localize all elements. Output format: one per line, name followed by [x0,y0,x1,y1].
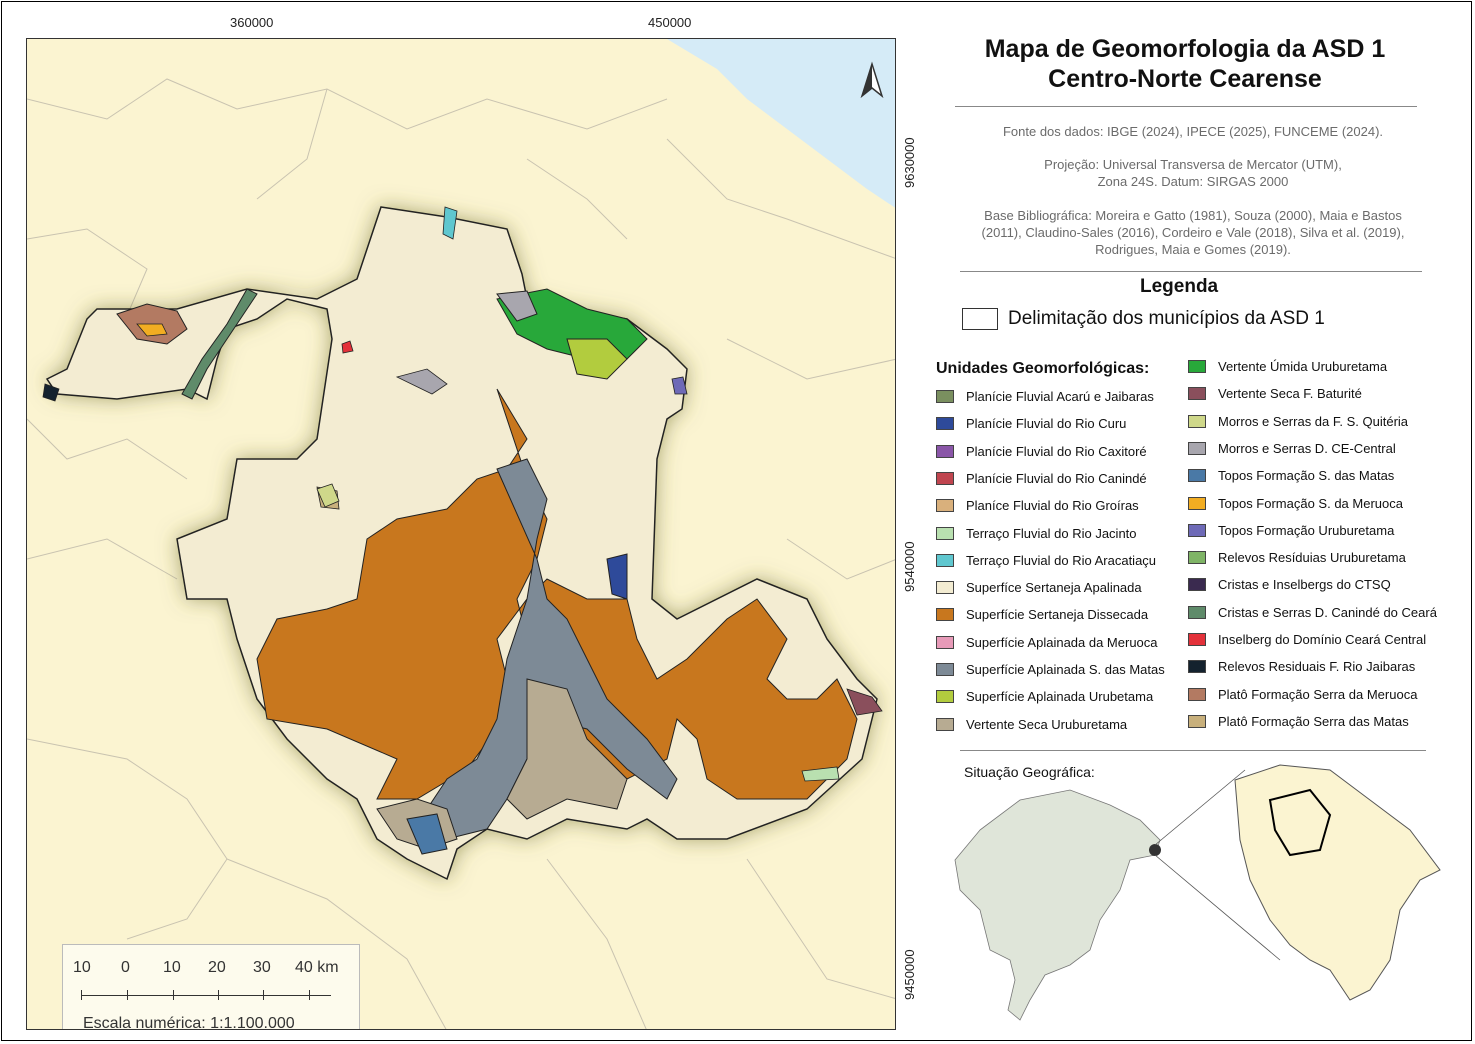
units-title: Unidades Geomorfológicas: [936,360,1150,377]
legend-label: Planície Fluvial Acarú e Jaibaras [966,389,1154,404]
map-panel[interactable]: 10 0 10 20 30 40 km Escala numérica: 1:1… [26,38,896,1030]
coord-right-9630000: 9630000 [902,137,917,188]
brazil-map [954,789,1161,1021]
legend-label: Planíce Fluvial do Rio Groíras [966,498,1139,514]
legend-label: Vertente Seca F. Baturité [1218,386,1362,402]
coord-top-450000: 450000 [648,15,692,30]
legend-label: Relevos Resíduias Uruburetama [1218,550,1406,566]
legend-label: Superfície Aplainada da Meruoca [966,634,1158,650]
scale-line [81,995,331,996]
legend-swatch [936,499,954,513]
legend-swatch [1188,687,1206,701]
location-inset [954,764,1441,1021]
scale-tick [81,990,82,1000]
projection-line-2: Zona 24S. Datum: SIRGAS 2000 [1097,174,1289,189]
legend-swatch [1188,469,1206,483]
scale-tick [127,990,128,1000]
legend-label: Topos Formação Uruburetama [1218,522,1395,538]
legend-label: Inselberg do Domínio Ceará Central [1218,632,1427,647]
legend-label: Superfície Sertaneja Dissecada [966,607,1149,623]
legend-swatch [1188,714,1206,728]
legend-label: Superfície Aplainada S. das Matas [966,662,1165,677]
legend-swatch [936,526,954,540]
legend-label: Vertente Seca Uruburetama [966,716,1128,732]
legend-label: Planície Fluvial do Rio Caxitoré [966,443,1147,459]
legend-label: Cristas e Serras D. Canindé do Ceará [1218,604,1437,620]
legend-swatch [936,581,954,595]
legend-swatch [1188,551,1206,565]
legend-label: Terraço Fluvial do Rio Jacinto [966,525,1137,541]
scale-label-1: 0 [121,959,130,976]
divider [960,750,1426,751]
title-line-1: Mapa de Geomorfologia da ASD 1 [984,35,1386,63]
legend-swatch [936,663,954,676]
legend-swatch [936,635,954,649]
map-canvas [27,39,895,1029]
legend-label: Planície Fluvial do Rio Canindé [966,470,1147,486]
biblio-line-3: Rodrigues, Maia e Gomes (2019). [1095,242,1291,257]
legend-swatch [1188,578,1206,592]
legend-label: Vertente Úmida Uruburetama [1218,359,1388,374]
scale-label-4: 30 [253,959,271,976]
biblio-line-1: Base Bibliográfica: Moreira e Gatto (198… [984,208,1402,223]
legend-swatch [936,608,954,622]
coord-right-9540000: 9540000 [902,541,917,592]
legend-swatch [1188,360,1206,373]
map-title: Mapa de Geomorfologia da ASD 1 Centro-No… [940,34,1430,94]
scale-numeric: Escala numérica: 1:1.100.000 [83,1015,295,1030]
legend-label: Topos Formação S. das Matas [1218,468,1395,484]
legend-swatch [1188,523,1206,537]
legend-swatch [1188,496,1206,510]
biblio-line-2: (2011), Claudino-Sales (2016), Cordeiro … [981,225,1405,240]
legend-swatch [936,417,954,431]
legend-swatch [936,690,954,704]
legend-label: Morros e Serras da F. S. Quitéria [1218,413,1409,429]
scale-label-0: 10 [73,959,91,976]
legend-swatch [1188,441,1206,455]
legend-swatch [936,444,954,458]
legend-swatch [936,471,954,485]
legend-label: Relevos Residuais F. Rio Jaibaras [1218,659,1416,675]
legend-label: Superfíce Sertaneja Apalinada [966,580,1142,596]
scale-tick [309,990,310,1000]
scale-label-3: 20 [208,959,226,976]
ceara-map [1234,764,1441,1001]
scale-bar: 10 0 10 20 30 40 km Escala numérica: 1:1… [62,944,360,1030]
coord-top-360000: 360000 [230,15,274,30]
legend-label: Topos Formação S. da Meruoca [1218,495,1403,511]
scale-label-5: 40 km [295,959,339,976]
municipality-swatch [962,308,998,330]
data-sources: Fonte dos dados: IBGE (2024), IPECE (202… [1002,124,1384,139]
legend-swatch [936,553,954,567]
study-area-marker [1149,844,1161,856]
title-line-2: Centro-Norte Cearense [1048,65,1322,93]
legend-label: Superfície Aplainada Urubetama [966,689,1154,705]
legend-swatch [1188,414,1206,428]
legend-label: Terraço Fluvial do Rio Aracatiaçu [966,552,1157,568]
legend-label: Planície Fluvial do Rio Curu [966,416,1127,432]
legend-label: Platô Formação Serra da Meruoca [1218,686,1418,702]
legend-title: Legenda [1140,276,1219,297]
legend-swatch [1188,660,1206,674]
divider [955,106,1417,107]
legend-swatch [1188,633,1206,646]
legend-swatch [1188,387,1206,401]
legend-swatch [936,717,954,731]
coord-right-9450000: 9450000 [902,949,917,1000]
legend-label: Cristas e Inselbergs do CTSQ [1218,577,1391,593]
legend-swatch [1188,605,1206,619]
legend-label: Platô Formação Serra das Matas [1218,713,1409,729]
scale-label-2: 10 [163,959,181,976]
legend-label: Morros e Serras D. CE-Central [1218,440,1396,456]
municipality-label: Delimitação dos municípios da ASD 1 [1008,308,1325,329]
scale-tick [173,990,174,1000]
inset-connector [1154,769,1246,846]
projection-line-1: Projeção: Universal Transversa de Mercat… [1044,157,1342,172]
legend-swatch [936,390,954,403]
divider [960,271,1422,272]
scale-tick [263,990,264,1000]
scale-tick [218,990,219,1000]
